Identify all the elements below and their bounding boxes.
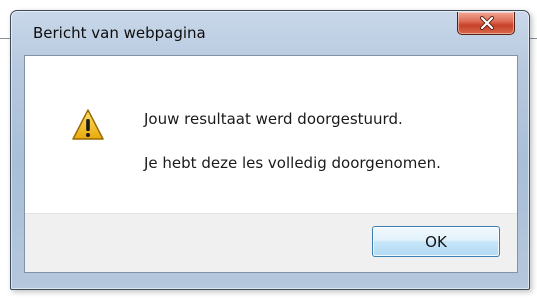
close-icon	[480, 16, 494, 30]
dialog-body: Jouw resultaat werd doorgestuurd. Je heb…	[24, 55, 518, 273]
ok-button[interactable]: OK	[372, 226, 500, 257]
warning-icon	[72, 109, 104, 140]
message-line-1: Jouw resultaat werd doorgestuurd.	[144, 110, 403, 128]
dialog-title: Bericht van webpagina	[33, 24, 206, 42]
button-bar: OK	[25, 213, 517, 272]
message-line-2: Je hebt deze les volledig doorgenomen.	[144, 154, 441, 172]
message-dialog: Bericht van webpagina Jouw resultaat wer…	[10, 10, 530, 290]
close-button[interactable]	[457, 12, 515, 35]
title-bar[interactable]: Bericht van webpagina	[11, 11, 529, 55]
